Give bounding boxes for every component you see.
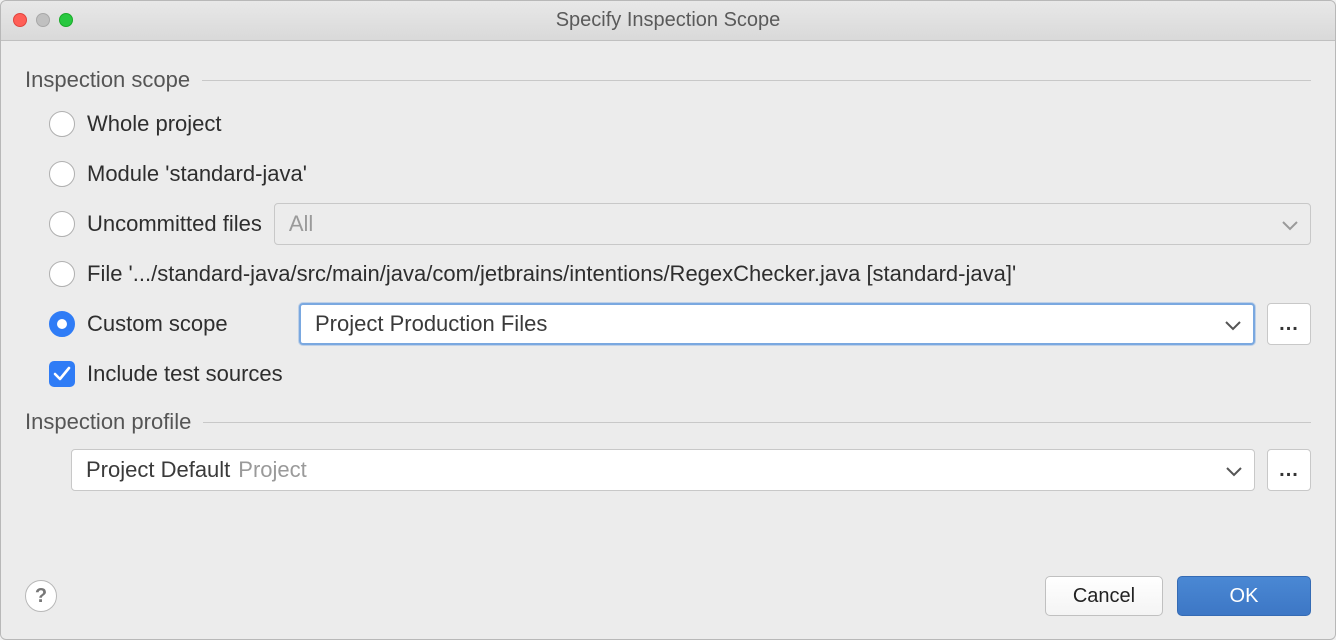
profile-more-button[interactable]: ... — [1267, 449, 1311, 491]
option-include-tests[interactable]: Include test sources — [49, 353, 1311, 395]
option-module[interactable]: Module 'standard-java' — [49, 153, 1311, 195]
select-secondary: Project — [238, 457, 306, 483]
option-file[interactable]: File '.../standard-java/src/main/java/co… — [49, 253, 1311, 295]
close-window-button[interactable] — [13, 13, 27, 27]
label-module: Module 'standard-java' — [87, 161, 307, 187]
select-value: Project Default — [86, 457, 230, 483]
label-whole-project: Whole project — [87, 111, 222, 137]
label-include-tests: Include test sources — [87, 361, 283, 387]
option-custom-scope[interactable]: Custom scope Project Production Files ..… — [49, 303, 1311, 345]
dialog-footer: ? Cancel OK — [1, 565, 1335, 639]
help-button[interactable]: ? — [25, 580, 57, 612]
window-controls — [13, 13, 73, 27]
chevron-down-icon — [1282, 211, 1298, 237]
radio-custom-scope[interactable] — [49, 311, 75, 337]
divider — [203, 422, 1311, 423]
label-custom-scope: Custom scope — [87, 311, 287, 337]
custom-scope-more-button[interactable]: ... — [1267, 303, 1311, 345]
chevron-down-icon — [1225, 311, 1241, 337]
maximize-window-button[interactable] — [59, 13, 73, 27]
divider — [202, 80, 1311, 81]
titlebar: Specify Inspection Scope — [1, 1, 1335, 41]
label-file: File '.../standard-java/src/main/java/co… — [87, 261, 1016, 287]
section-label: Inspection scope — [25, 67, 190, 93]
radio-module[interactable] — [49, 161, 75, 187]
radio-uncommitted[interactable] — [49, 211, 75, 237]
section-label: Inspection profile — [25, 409, 191, 435]
select-uncommitted-changelist[interactable]: All — [274, 203, 1311, 245]
section-inspection-profile: Inspection profile — [25, 409, 1311, 435]
window-title: Specify Inspection Scope — [556, 9, 781, 32]
chevron-down-icon — [1226, 457, 1242, 483]
option-uncommitted-files[interactable]: Uncommitted files All — [49, 203, 1311, 245]
scope-options: Whole project Module 'standard-java' Unc… — [25, 103, 1311, 395]
cancel-button[interactable]: Cancel — [1045, 576, 1163, 616]
select-inspection-profile[interactable]: Project Default Project — [71, 449, 1255, 491]
ok-button[interactable]: OK — [1177, 576, 1311, 616]
select-custom-scope[interactable]: Project Production Files — [299, 303, 1255, 345]
label-uncommitted: Uncommitted files — [87, 211, 262, 237]
option-whole-project[interactable]: Whole project — [49, 103, 1311, 145]
section-inspection-scope: Inspection scope — [25, 67, 1311, 93]
radio-file[interactable] — [49, 261, 75, 287]
radio-whole-project[interactable] — [49, 111, 75, 137]
select-value: All — [289, 211, 313, 237]
profile-row: Project Default Project ... — [25, 449, 1311, 491]
dialog-window: Specify Inspection Scope Inspection scop… — [0, 0, 1336, 640]
dialog-content: Inspection scope Whole project Module 's… — [1, 41, 1335, 565]
select-value: Project Production Files — [315, 311, 547, 337]
minimize-window-button[interactable] — [36, 13, 50, 27]
checkbox-include-tests[interactable] — [49, 361, 75, 387]
